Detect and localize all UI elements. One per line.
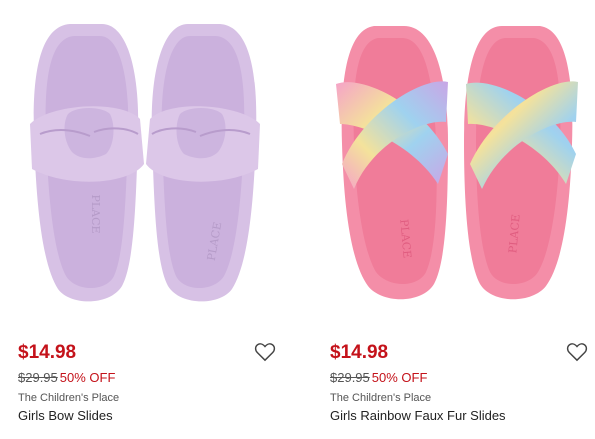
wishlist-heart-icon[interactable] — [254, 342, 276, 362]
right-slide: PLACE — [146, 24, 260, 302]
product-name[interactable]: Girls Rainbow Faux Fur Slides — [330, 408, 506, 423]
product-grid: { "products": [ { "price": "$14.98", "or… — [0, 0, 595, 439]
price-row: $14.98 — [330, 342, 588, 366]
sale-info: $29.95 50% OFF — [18, 370, 115, 385]
product-card-girls-rainbow-faux-fur-slides[interactable]: PLACE PLACE $14.98 $29.95 50% OFF The Chi… — [322, 0, 592, 439]
product-card-girls-bow-slides[interactable]: PLACE PLACE $14.98 $29.95 50% OFF The Chi… — [10, 0, 280, 439]
sale-price: $14.98 — [330, 342, 389, 363]
discount-label: 50% OFF — [371, 370, 428, 385]
left-slide: PLACE — [30, 24, 144, 302]
product-name[interactable]: Girls Bow Slides — [18, 408, 113, 423]
left-fur-slide: PLACE — [336, 26, 448, 300]
sale-info: $29.95 50% OFF — [330, 370, 427, 385]
brand-name: The Children's Place — [18, 392, 120, 404]
original-price: $29.95 — [18, 370, 58, 385]
price-row: $14.98 — [18, 342, 276, 366]
product-image-bow-slides[interactable]: PLACE PLACE — [10, 14, 280, 314]
sale-price: $14.98 — [18, 342, 77, 363]
product-image-fur-slides[interactable]: PLACE PLACE — [322, 14, 592, 314]
wishlist-heart-icon[interactable] — [566, 342, 588, 362]
brand-name: The Children's Place — [330, 392, 432, 404]
sole-print-left: PLACE — [89, 194, 102, 233]
original-price: $29.95 — [330, 370, 370, 385]
right-fur-slide: PLACE — [464, 26, 578, 300]
discount-label: 50% OFF — [59, 370, 116, 385]
